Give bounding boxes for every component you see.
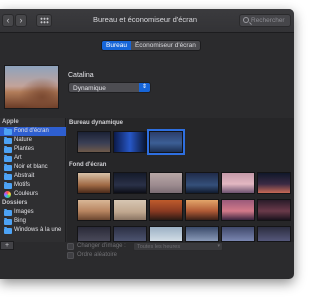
wallpaper-thumbnail[interactable] [149, 172, 183, 194]
random-order-label: Ordre aléatoire [77, 252, 118, 258]
sidebar-item-windows-a-la-une[interactable]: Windows à la une [0, 226, 66, 235]
wallpaper-thumbnail[interactable] [185, 199, 219, 221]
section-header-wallpapers: Fond d'écran [69, 162, 107, 168]
forward-button[interactable]: › [15, 14, 27, 27]
wallpaper-thumbnail[interactable] [149, 226, 183, 242]
mode-select[interactable]: Dynamique ⇕ [68, 82, 151, 93]
sidebar-item-label: Abstrait [14, 173, 35, 179]
folder-icon [4, 154, 12, 162]
sidebar-header-apple: Apple [2, 119, 19, 125]
tab-screensaver[interactable]: Économiseur d'écran [130, 41, 200, 50]
wallpaper-thumbnail[interactable] [113, 226, 147, 242]
folder-icon [4, 208, 12, 216]
change-picture-label: Changer d'image : [77, 243, 126, 249]
tab-bar: Bureau Économiseur d'écran [101, 40, 201, 51]
folder-icon [4, 136, 12, 144]
wallpaper-thumbnail[interactable] [113, 199, 147, 221]
sidebar-item-nature[interactable]: Nature [0, 136, 66, 145]
wallpaper-thumbnail[interactable] [77, 172, 111, 194]
preferences-window: ‹ › Bureau et économiseur d'écran Bureau… [0, 9, 294, 279]
wallpaper-name: Catalina [68, 72, 94, 79]
dynamic-thumbnail[interactable] [77, 131, 111, 153]
title-bar: ‹ › Bureau et économiseur d'écran [0, 9, 294, 33]
wallpaper-thumbnail[interactable] [257, 172, 291, 194]
folder-icon [4, 172, 12, 180]
random-order-checkbox[interactable] [67, 252, 74, 259]
search-icon [243, 17, 249, 23]
folder-icon [4, 127, 12, 135]
sidebar-item-label: Windows à la une [14, 227, 62, 233]
sidebar-item-label: Nature [14, 137, 33, 143]
tab-desktop[interactable]: Bureau [102, 41, 131, 50]
wallpaper-thumbnail[interactable] [77, 199, 111, 221]
sidebar-item-label: Noir et blanc [14, 164, 48, 170]
grid-icon [40, 17, 49, 24]
folder-icon [4, 181, 12, 189]
folder-icon [4, 226, 12, 234]
sidebar-item-bing[interactable]: Bing [0, 217, 66, 226]
change-picture-checkbox[interactable] [67, 243, 74, 250]
up-down-arrows-icon: ⇕ [139, 83, 150, 92]
folder-icon [4, 163, 12, 171]
window-title: Bureau et économiseur d'écran [93, 15, 197, 24]
sidebar-header-folders: Dossiers [2, 200, 28, 206]
sidebar-item-art[interactable]: Art [0, 154, 66, 163]
sidebar-item-fond-d-ecran[interactable]: Fond d'écran [0, 127, 66, 136]
mode-value: Dynamique [73, 84, 106, 92]
sidebar-item-label: Bing [14, 218, 27, 224]
dynamic-thumbnail[interactable] [113, 131, 147, 153]
chevron-down-icon: ▾ [217, 243, 220, 249]
sidebar-item-noir-et-blanc[interactable]: Noir et blanc [0, 163, 66, 172]
wallpaper-browser: Bureau dynamique Fond d'écran [67, 118, 294, 242]
interval-select[interactable]: Toutes les heures ▾ [133, 242, 223, 251]
sidebar-item-plantes[interactable]: Plantes [0, 145, 66, 154]
sidebar-item-label: Plantes [14, 146, 35, 152]
folder-icon [4, 145, 12, 153]
source-sidebar: Apple Fond d'écran Nature Plantes Art No… [0, 118, 66, 242]
wallpaper-thumbnail[interactable] [185, 226, 219, 242]
sidebar-item-label: Fond d'écran [14, 128, 49, 134]
search-box[interactable] [239, 14, 291, 27]
sidebar-item-motifs[interactable]: Motifs [0, 181, 66, 190]
dynamic-thumbnail[interactable] [147, 129, 185, 155]
sidebar-item-label: Motifs [14, 182, 31, 188]
wallpaper-thumbnail[interactable] [257, 199, 291, 221]
wallpaper-thumbnail[interactable] [221, 199, 255, 221]
folder-icon [4, 217, 12, 225]
wallpaper-thumbnail[interactable] [185, 172, 219, 194]
wallpaper-thumbnail[interactable] [113, 172, 147, 194]
interval-value: Toutes les heures [137, 244, 181, 250]
wallpaper-thumbnail[interactable] [221, 172, 255, 194]
wallpaper-thumbnail[interactable] [221, 226, 255, 242]
sidebar-item-couleurs[interactable]: Couleurs [0, 190, 66, 199]
wallpaper-thumbnail[interactable] [77, 226, 111, 242]
sidebar-item-images[interactable]: Images [0, 208, 66, 217]
random-order-row: Ordre aléatoire [67, 251, 227, 261]
search-input[interactable] [251, 15, 291, 26]
wallpaper-thumbnail[interactable] [257, 226, 291, 242]
back-button[interactable]: ‹ [2, 14, 14, 27]
sidebar-item-abstrait[interactable]: Abstrait [0, 172, 66, 181]
add-folder-button[interactable]: + [0, 241, 14, 250]
sidebar-item-label: Art [14, 155, 22, 161]
color-wheel-icon [4, 191, 11, 198]
show-all-button[interactable] [36, 14, 52, 27]
wallpaper-thumbnail[interactable] [149, 199, 183, 221]
sidebar-item-label: Couleurs [14, 191, 39, 197]
section-header-dynamic: Bureau dynamique [69, 120, 124, 126]
sidebar-item-label: Images [14, 209, 34, 215]
wallpaper-preview [4, 65, 59, 109]
